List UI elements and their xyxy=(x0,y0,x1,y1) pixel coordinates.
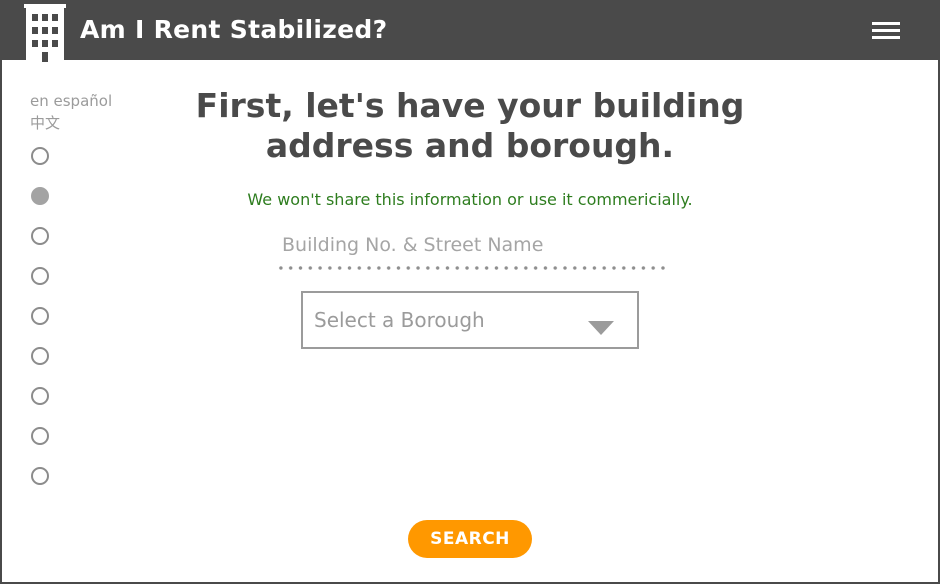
chevron-down-icon xyxy=(588,321,614,335)
hamburger-menu-icon[interactable] xyxy=(870,20,902,42)
step-indicator-5[interactable] xyxy=(31,307,49,325)
header-bar: Am I Rent Stabilized? xyxy=(2,0,938,62)
app-title: Am I Rent Stabilized? xyxy=(80,15,388,44)
street-address-input[interactable] xyxy=(276,226,668,264)
step-indicator-6[interactable] xyxy=(31,347,49,365)
building-icon xyxy=(24,4,66,62)
language-link-spanish[interactable]: en español xyxy=(30,91,112,111)
page: Am I Rent Stabilized? en español 中文 Firs… xyxy=(2,0,938,582)
step-indicator-1[interactable] xyxy=(31,147,49,165)
borough-select[interactable]: Select a Borough xyxy=(301,291,639,349)
step-indicator-2-active[interactable] xyxy=(31,187,49,205)
step-indicator-3[interactable] xyxy=(31,227,49,245)
step-indicator-9[interactable] xyxy=(31,467,49,485)
borough-select-label: Select a Borough xyxy=(314,308,485,332)
search-button[interactable]: SEARCH xyxy=(408,520,532,558)
language-link-chinese[interactable]: 中文 xyxy=(30,113,60,133)
step-indicator-4[interactable] xyxy=(31,267,49,285)
page-heading: First, let's have your building address … xyxy=(195,86,745,165)
step-indicator-8[interactable] xyxy=(31,427,49,445)
privacy-note: We won't share this information or use i… xyxy=(247,190,693,209)
step-indicator-7[interactable] xyxy=(31,387,49,405)
address-underline xyxy=(276,266,668,270)
